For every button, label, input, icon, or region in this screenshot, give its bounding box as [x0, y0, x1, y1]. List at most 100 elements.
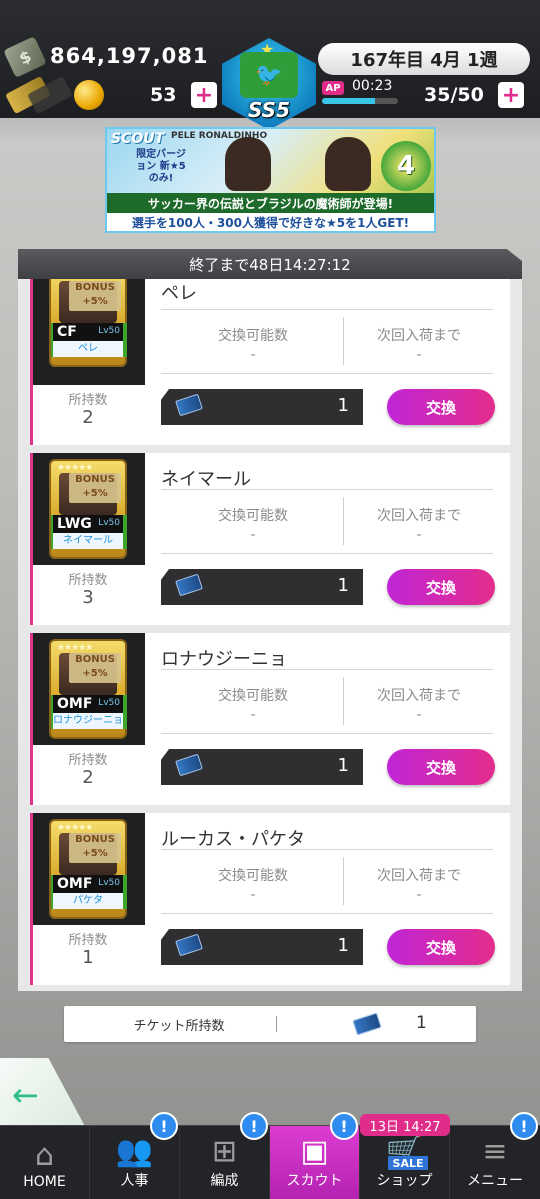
divider [161, 913, 493, 914]
owned-label: 所持数 [68, 393, 108, 408]
cost-box: 1 [161, 749, 363, 785]
exchangeable-label: 交換可能数 [218, 508, 288, 524]
rarity-stars: ★★★★★ [57, 463, 93, 473]
ticket-count-bar: チケット所持数 1 [64, 1006, 476, 1042]
bonus-label: BONUS [75, 654, 115, 665]
nav-label: 編成 [210, 1173, 239, 1189]
card-player-name: ネイマール [53, 533, 123, 549]
nav-formation[interactable]: ! ⊞ 編成 [180, 1112, 270, 1199]
exchange-button[interactable]: 交換 [387, 929, 495, 965]
back-button[interactable]: ← [0, 1058, 88, 1132]
nav-home[interactable]: ⌂ HOME [0, 1126, 90, 1199]
scout-banner[interactable]: SCOUT 限定バージョン 新★5 のみ! PELE RONALDINHO 4 … [105, 127, 436, 233]
money-value: 864,197,081 [50, 44, 209, 68]
banner-player-portrait [225, 137, 271, 191]
player-name: ネイマール [161, 469, 251, 490]
exchangeable-label: 交換可能数 [218, 868, 288, 884]
bonus-label: BONUS [75, 834, 115, 845]
coins-value: 53 [150, 84, 177, 106]
next-restock-label: 次回入荷まで [377, 868, 461, 884]
owned-label: 所持数 [68, 933, 108, 948]
cost-box: 1 [161, 929, 363, 965]
player-card: ★★★★★ BONUS +5% LWG Lv50 ネイマール [49, 459, 127, 559]
divider [161, 849, 493, 850]
divider [161, 733, 493, 734]
player-card-thumbnail[interactable]: ★★★★★ BONUS +5% LWG Lv50 ネイマール [33, 453, 145, 565]
scout-icon: ▣ [300, 1134, 329, 1169]
ap-timer: 00:23 [352, 78, 393, 94]
next-restock-label: 次回入荷まで [377, 508, 461, 524]
cost-value: 1 [337, 395, 349, 416]
player-card-thumbnail[interactable]: ★★★★★ BONUS +5% OMF Lv50 パケタ [33, 813, 145, 925]
player-card-thumbnail[interactable]: ★★★★★ BONUS+5% CFLv50 ペレ [33, 279, 145, 385]
level-label: Lv50 [98, 698, 120, 708]
exchange-button[interactable]: 交換 [387, 389, 495, 425]
nav-menu[interactable]: ! ≡ メニュー [450, 1112, 540, 1199]
anniversary-badge: 4 [381, 141, 431, 191]
level-label: Lv50 [98, 518, 120, 528]
banner-limited-text: 限定バージョン 新★5 のみ! [136, 149, 186, 184]
position-strip: CF Lv50 [53, 323, 123, 341]
menu-icon: ≡ [482, 1134, 508, 1169]
cost-value: 1 [337, 755, 349, 776]
exchangeable-label: 交換可能数 [218, 328, 288, 344]
player-card-thumbnail[interactable]: ★★★★★ BONUS +5% OMF Lv50 ロナウジーニョ [33, 633, 145, 745]
ticket-icon [352, 1012, 382, 1036]
next-restock-label: 次回入荷まで [377, 688, 461, 704]
exchange-button[interactable]: 交換 [387, 569, 495, 605]
player-card: ★★★★★ BONUS +5% OMF Lv50 パケタ [49, 819, 127, 919]
ticket-icon [175, 393, 203, 417]
position-strip: OMF Lv50 [53, 875, 123, 893]
divider [161, 669, 493, 670]
card-player-name: ロナウジーニョ [53, 713, 123, 729]
exchange-card: ★★★★★ BONUS +5% OMF Lv50 パケタ ルーカス・パケタ 交換可能… [30, 813, 510, 985]
ap-badge: AP [322, 81, 344, 95]
exchangeable-value: - [250, 527, 256, 543]
add-ap-button[interactable]: + [498, 82, 524, 108]
owned-value: 2 [82, 767, 94, 788]
ticket-count-label: チケット所持数 [133, 1019, 225, 1034]
notification-badge: ! [240, 1112, 268, 1140]
notification-badge: ! [330, 1112, 358, 1140]
nav-personnel[interactable]: ! 👥 人事 [90, 1112, 180, 1199]
owned-label: 所持数 [68, 573, 108, 588]
divider [161, 373, 493, 374]
banner-player-portrait [325, 137, 371, 191]
rarity-stars: ★★★★★ [57, 823, 93, 833]
ticket-icon [175, 933, 203, 957]
player-card: ★★★★★ BONUS+5% CFLv50 ペレ [49, 279, 127, 367]
notification-badge: ! [510, 1112, 538, 1140]
add-coins-button[interactable]: + [191, 82, 217, 108]
bonus-percent: +5% [82, 668, 108, 679]
bonus-tag: BONUS +5% [69, 473, 121, 503]
exchange-list[interactable]: ★★★★★ BONUS +5% CF Lv50 ペレ ペレ 交換可能数 - 次回入荷… [18, 279, 522, 991]
bonus-percent: +5% [82, 296, 108, 307]
sale-timer-badge: 13日 14:27 [360, 1114, 450, 1136]
ticket-count-value: 1 [416, 1013, 427, 1033]
cost-box: 1 [161, 389, 363, 425]
nav-scout[interactable]: ! ▣ スカウト [270, 1112, 360, 1199]
bonus-tag: BONUS +5% [69, 281, 121, 311]
rarity-stars: ★★★★★ [57, 643, 93, 653]
nav-label: ショップ [376, 1173, 433, 1189]
exchange-button[interactable]: 交換 [387, 749, 495, 785]
bonus-percent: +5% [82, 848, 108, 859]
player-card: ★★★★★ BONUS +5% OMF Lv50 ロナウジーニョ [49, 639, 127, 739]
nav-label: スカウト [286, 1173, 343, 1189]
card-player-name: パケタ [53, 893, 123, 909]
bonus-percent: +5% [82, 488, 108, 499]
owned-label: 所持数 [68, 753, 108, 768]
emblem-bird-icon: 🐦 [240, 52, 298, 98]
divider [276, 1016, 277, 1032]
exchangeable-label: 交換可能数 [218, 688, 288, 704]
position-strip: LWG Lv50 [53, 515, 123, 533]
bottom-nav: ⌂ HOME ! 👥 人事 ! ⊞ 編成 ! ▣ スカウト 🛒 ショップ ! ≡… [0, 1112, 540, 1199]
nav-label: HOME [23, 1174, 66, 1190]
home-icon: ⌂ [34, 1138, 55, 1173]
next-restock-value: - [416, 347, 422, 363]
banner-scout-label: SCOUT [111, 131, 165, 147]
coin-icon [74, 80, 104, 110]
owned-value: 1 [82, 947, 94, 968]
ticket-icon [175, 753, 203, 777]
next-restock-value: - [416, 707, 422, 723]
